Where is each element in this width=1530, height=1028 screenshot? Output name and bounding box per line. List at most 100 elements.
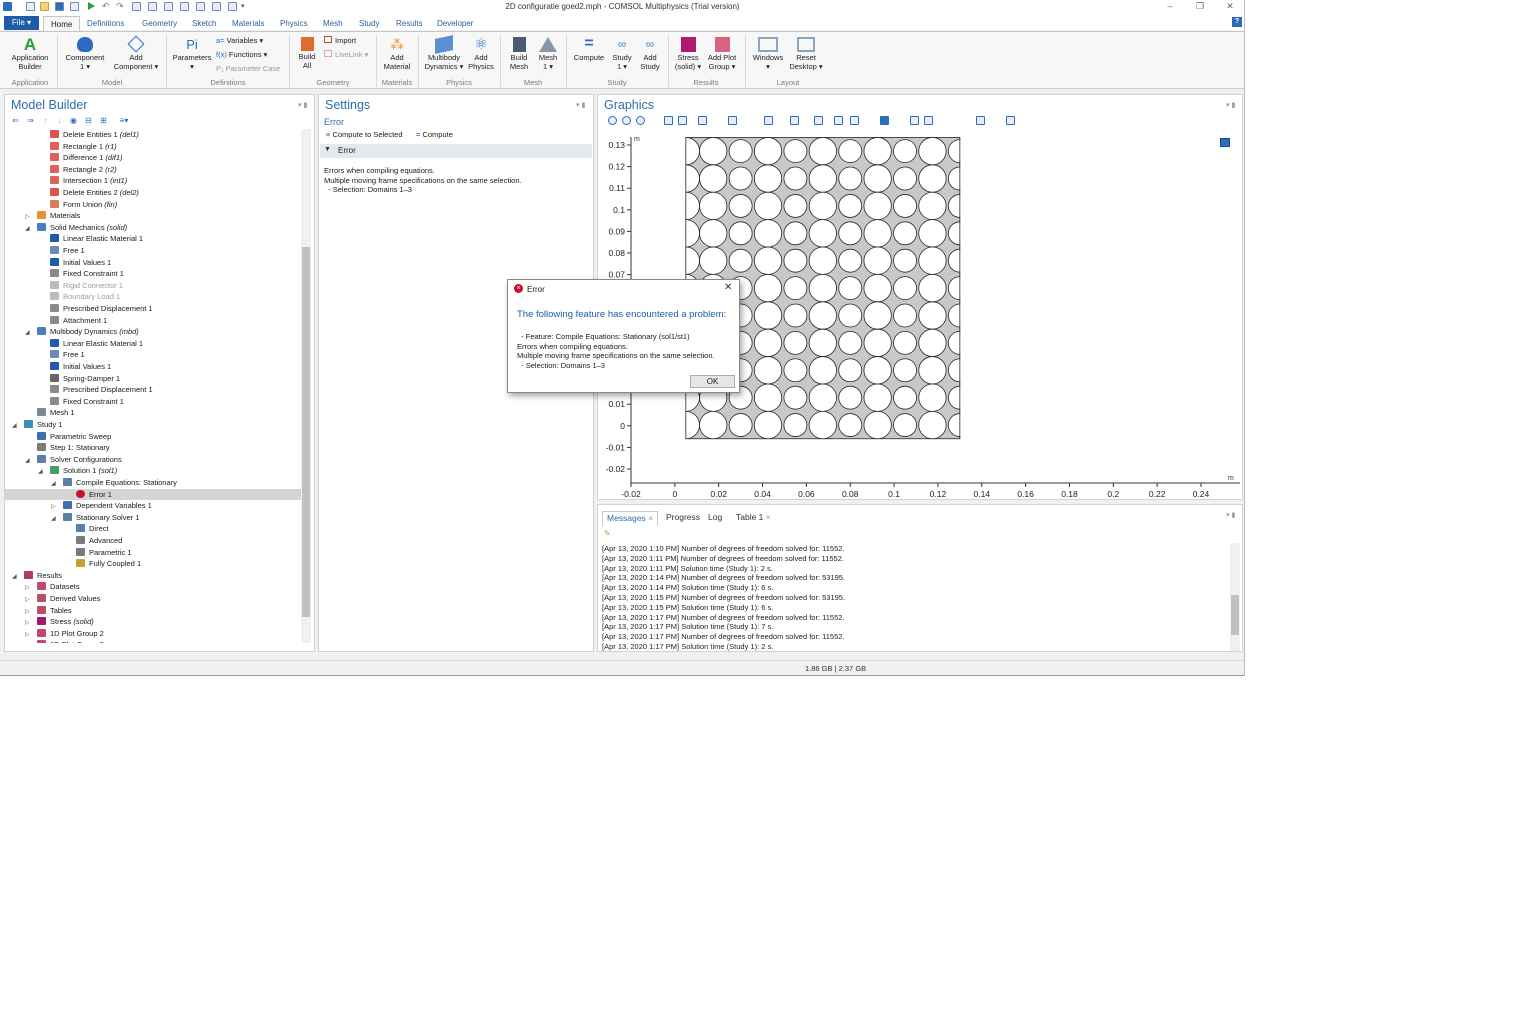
tab-materials[interactable]: Materials: [232, 19, 264, 28]
tree-node[interactable]: Parametric 1: [76, 547, 132, 558]
settings-icon[interactable]: [924, 116, 933, 125]
close-button[interactable]: ✕: [1220, 0, 1240, 14]
scene-icon[interactable]: [910, 116, 919, 125]
tree-node[interactable]: ◢ Study 1: [12, 419, 62, 430]
light-icon[interactable]: [764, 116, 773, 125]
expand-toggle-icon[interactable]: ◢: [25, 224, 33, 235]
tab-results[interactable]: Results: [396, 19, 423, 28]
panel-menu-icon[interactable]: ▾ ▮: [576, 101, 585, 109]
tree-node[interactable]: ◢ Compile Equations: Stationary: [51, 477, 177, 488]
tab-physics[interactable]: Physics: [280, 19, 308, 28]
expand-toggle-icon[interactable]: ▷: [25, 641, 33, 643]
move-up-icon[interactable]: ↑: [41, 116, 50, 125]
zoom-in-icon[interactable]: [608, 116, 617, 125]
expand-toggle-icon[interactable]: ◢: [38, 467, 46, 478]
expand-toggle-icon[interactable]: ◢: [25, 456, 33, 467]
model-tree-scrollbar[interactable]: [301, 129, 311, 643]
panel-menu-icon[interactable]: ▾ ▮: [298, 101, 307, 109]
tab-study[interactable]: Study: [359, 19, 379, 28]
settings-compute-button[interactable]: = Compute: [416, 130, 453, 139]
file-menu-button[interactable]: File ▾: [4, 16, 39, 30]
tree-node[interactable]: ▷ Datasets: [25, 581, 80, 592]
tree-node[interactable]: Intersection 1 (int1): [50, 175, 127, 186]
parameters-button[interactable]: Pi Parameters ▾: [170, 32, 214, 71]
add-study-button[interactable]: ∞ Add Study: [636, 32, 664, 71]
restore-button[interactable]: ❐: [1190, 0, 1210, 14]
tree-node[interactable]: Rectangle 1 (r1): [50, 141, 117, 152]
tree-node[interactable]: Mesh 1: [37, 407, 75, 418]
tree-node[interactable]: Rectangle 2 (r2): [50, 164, 117, 175]
minimize-button[interactable]: –: [1160, 0, 1180, 14]
tree-node[interactable]: Direct: [76, 523, 109, 534]
tree-node[interactable]: Initial Values 1: [50, 257, 111, 268]
add-plot-group-button[interactable]: Add Plot Group ▾: [704, 32, 740, 71]
study-button[interactable]: ∞ Study 1 ▾: [608, 32, 636, 71]
tree-node[interactable]: Parametric Sweep: [37, 431, 111, 442]
mesh-button[interactable]: Mesh 1 ▾: [534, 32, 562, 71]
transparency-icon[interactable]: [790, 116, 799, 125]
tree-node[interactable]: Spring-Damper 1: [50, 373, 120, 384]
livelink-button[interactable]: LiveLink ▾: [324, 50, 368, 59]
stress-plot-button[interactable]: Stress (solid) ▾: [672, 32, 704, 71]
tab-definitions[interactable]: Definitions: [87, 19, 124, 28]
tab-table-1[interactable]: Table 1 ×: [732, 511, 775, 526]
tab-developer[interactable]: Developer: [437, 19, 473, 28]
tree-node[interactable]: Linear Elastic Material 1: [50, 338, 143, 349]
tree-node[interactable]: ◢ Stationary Solver 1: [51, 512, 139, 523]
tree-node[interactable]: Prescribed Displacement 1: [50, 384, 153, 395]
tree-node[interactable]: ◢ Solution 1 (sol1): [38, 465, 117, 476]
render-icon[interactable]: [880, 116, 889, 125]
tree-node[interactable]: Fully Coupled 1: [76, 558, 141, 569]
tree-node[interactable]: Delete Entities 1 (del1): [50, 129, 139, 140]
show-icon[interactable]: ◉: [69, 116, 78, 125]
messages-scrollbar[interactable]: [1230, 543, 1240, 651]
expand-toggle-icon[interactable]: ◢: [51, 514, 59, 525]
selection-icon[interactable]: [814, 116, 823, 125]
forward-arrow-icon[interactable]: ⇒: [26, 116, 35, 125]
tree-node[interactable]: Free 1: [50, 245, 85, 256]
tab-sketch[interactable]: Sketch: [192, 19, 216, 28]
screenshot-icon[interactable]: [976, 116, 985, 125]
help-icon[interactable]: ?: [1232, 17, 1242, 27]
compute-button[interactable]: = Compute: [570, 32, 608, 63]
tab-progress[interactable]: Progress: [662, 511, 704, 526]
tree-node[interactable]: ◢ Multibody Dynamics (mbd): [25, 326, 139, 337]
clear-messages-icon[interactable]: ✎: [604, 529, 611, 538]
zoom-out-icon[interactable]: [622, 116, 631, 125]
tree-node[interactable]: Linear Elastic Material 1: [50, 233, 143, 244]
tree-node[interactable]: Attachment 1: [50, 315, 107, 326]
print-icon[interactable]: [1006, 116, 1015, 125]
tree-node[interactable]: Fixed Constraint 1: [50, 268, 124, 279]
tab-geometry[interactable]: Geometry: [142, 19, 177, 28]
tree-node[interactable]: Advanced: [76, 535, 122, 546]
panel-menu-icon[interactable]: ▾ ▮: [1226, 101, 1235, 109]
tree-node[interactable]: ▷ 1D Plot Group 2: [25, 628, 104, 639]
compute-to-selected-button[interactable]: ≡ Compute to Selected: [326, 130, 403, 139]
tree-node[interactable]: Difference 1 (dif1): [50, 152, 123, 163]
expand-toggle-icon[interactable]: ◢: [25, 328, 33, 339]
tab-mesh[interactable]: Mesh: [323, 19, 343, 28]
tab-log[interactable]: Log: [704, 511, 726, 526]
ok-button[interactable]: OK: [690, 375, 735, 388]
expand-toggle-icon[interactable]: ◢: [12, 572, 20, 583]
build-all-button[interactable]: Build All: [292, 32, 322, 70]
tree-node[interactable]: Delete Entities 2 (del2): [50, 187, 139, 198]
expand-toggle-icon[interactable]: ◢: [12, 421, 20, 432]
tree-node[interactable]: ▷ Derived Values: [25, 593, 100, 604]
tree-node[interactable]: ◢ Results: [12, 570, 62, 581]
tree-node[interactable]: Fixed Constraint 1: [50, 396, 124, 407]
build-mesh-button[interactable]: Build Mesh: [504, 32, 534, 71]
tree-node[interactable]: Step 1: Stationary: [37, 442, 110, 453]
tree-node[interactable]: Prescribed Displacement 1: [50, 303, 153, 314]
back-arrow-icon[interactable]: ⇐: [11, 116, 20, 125]
center-icon[interactable]: [664, 116, 673, 125]
variables-button[interactable]: a= Variables ▾: [216, 36, 263, 45]
add-component-button[interactable]: Add Component ▾: [110, 32, 162, 71]
collapse-all-icon[interactable]: ⊟: [84, 116, 93, 125]
tab-messages[interactable]: Messages ×: [602, 511, 659, 526]
tree-node[interactable]: ▷ Stress (solid): [25, 616, 94, 627]
tree-node[interactable]: ▷ Tables: [25, 605, 72, 616]
parameter-case-button[interactable]: P₁ Parameter Case: [216, 64, 280, 73]
windows-button[interactable]: Windows ▾: [750, 32, 786, 71]
tree-node[interactable]: ▷ Materials: [25, 210, 80, 221]
